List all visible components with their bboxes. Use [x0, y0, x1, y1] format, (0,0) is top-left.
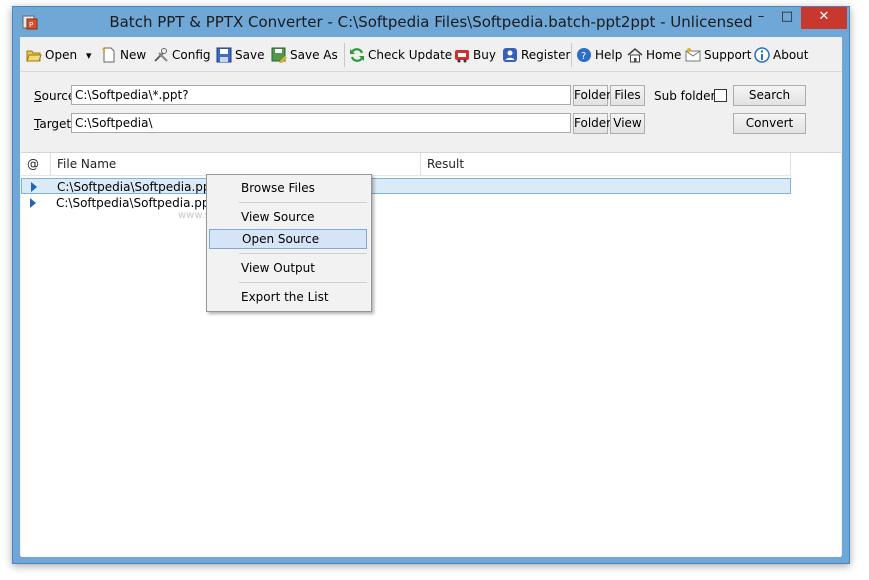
- about-button[interactable]: About: [754, 45, 808, 65]
- client-area: Open ▾ New Config Save Save As Check Upd…: [20, 37, 842, 557]
- new-document-icon: [101, 47, 115, 63]
- tools-icon: [154, 48, 168, 62]
- toolbar: Open ▾ New Config Save Save As Check Upd…: [20, 37, 842, 72]
- source-input[interactable]: C:\Softpedia\*.ppt?: [71, 85, 571, 105]
- files-button[interactable]: Files: [610, 85, 645, 106]
- menu-separator: [239, 282, 367, 283]
- app-window: P Batch PPT & PPTX Converter - C:\Softpe…: [12, 6, 850, 564]
- register-button[interactable]: Register: [502, 45, 570, 65]
- title-bar[interactable]: P Batch PPT & PPTX Converter - C:\Softpe…: [13, 7, 849, 37]
- view-button[interactable]: View: [610, 113, 645, 134]
- support-label: Support: [704, 48, 752, 62]
- column-header-file-name[interactable]: File Name: [51, 153, 421, 175]
- context-menu: Browse Files View Source Open Source Vie…: [206, 174, 372, 312]
- table-row[interactable]: C:\Softpedia\Softpedia.pptx: [21, 195, 791, 211]
- save-label: Save: [235, 48, 265, 62]
- menu-item-export-list[interactable]: Export the List: [209, 287, 367, 307]
- save-as-button[interactable]: Save As: [271, 45, 338, 65]
- window-title: Batch PPT & PPTX Converter - C:\Softpedi…: [109, 13, 753, 31]
- save-as-icon: [271, 47, 287, 63]
- open-dropdown-button[interactable]: ▾: [86, 45, 92, 65]
- file-name-cell: C:\Softpedia\Softpedia.pptx: [56, 196, 222, 210]
- config-button[interactable]: Config: [153, 45, 211, 65]
- home-label: Home: [646, 48, 682, 62]
- subfolders-label: Sub folders: [654, 89, 722, 103]
- shopping-cart-icon: [455, 50, 469, 63]
- open-button[interactable]: Open: [26, 45, 77, 65]
- file-name-cell: C:\Softpedia\Softpedia.ppt: [57, 180, 216, 194]
- source-folder-button[interactable]: Folder: [573, 85, 611, 106]
- about-label: About: [773, 48, 809, 62]
- convert-button[interactable]: Convert: [733, 113, 806, 134]
- help-icon: ?: [577, 48, 591, 62]
- help-label: Help: [595, 48, 623, 62]
- file-list[interactable]: @ File Name Result C:\Softpedia\Softpedi…: [21, 152, 841, 557]
- target-input[interactable]: C:\Softpedia\: [71, 113, 571, 133]
- minimize-button[interactable]: –: [748, 7, 774, 29]
- list-header: @ File Name Result: [21, 153, 791, 176]
- register-label: Register: [521, 48, 571, 62]
- row-arrow-icon: [31, 182, 37, 192]
- svg-text:?: ?: [581, 51, 586, 62]
- column-header-at[interactable]: @: [21, 153, 51, 175]
- buy-label: Buy: [473, 48, 496, 62]
- check-update-button[interactable]: Check Update: [349, 45, 452, 65]
- new-button[interactable]: New: [101, 45, 146, 65]
- save-button[interactable]: Save: [216, 45, 264, 65]
- menu-item-browse-files[interactable]: Browse Files: [209, 178, 367, 198]
- menu-item-open-source[interactable]: Open Source: [209, 229, 367, 249]
- column-header-result[interactable]: Result: [421, 153, 791, 175]
- refresh-icon: [350, 48, 364, 62]
- menu-item-view-source[interactable]: View Source: [209, 207, 367, 227]
- support-button[interactable]: Support: [685, 45, 751, 65]
- save-as-label: Save As: [290, 48, 338, 62]
- source-label: Source: [34, 89, 76, 103]
- open-label: Open: [45, 48, 78, 62]
- search-button[interactable]: Search: [733, 85, 806, 106]
- support-envelope-icon: [685, 48, 701, 62]
- check-update-label: Check Update: [368, 48, 453, 62]
- user-register-icon: [503, 48, 517, 62]
- home-icon: [627, 48, 643, 63]
- close-button[interactable]: ✕: [801, 7, 847, 29]
- target-folder-button[interactable]: Folder: [573, 113, 611, 134]
- table-row[interactable]: C:\Softpedia\Softpedia.ppt: [21, 178, 791, 194]
- toolbar-separator: [344, 43, 345, 67]
- menu-item-view-output[interactable]: View Output: [209, 258, 367, 278]
- toolbar-separator: [571, 43, 572, 67]
- menu-separator: [239, 202, 367, 203]
- home-button[interactable]: Home: [627, 45, 681, 65]
- folder-open-icon: [26, 50, 42, 62]
- maximize-button[interactable]: □: [774, 7, 800, 29]
- config-label: Config: [172, 48, 211, 62]
- menu-separator: [239, 253, 367, 254]
- subfolders-checkbox[interactable]: [714, 89, 727, 102]
- floppy-disk-icon: [216, 47, 232, 63]
- help-button[interactable]: ? Help: [576, 45, 622, 65]
- row-arrow-icon: [30, 198, 36, 208]
- buy-button[interactable]: Buy: [454, 45, 496, 65]
- target-label: Target: [34, 117, 72, 131]
- info-icon: [754, 47, 770, 63]
- new-label: New: [120, 48, 147, 62]
